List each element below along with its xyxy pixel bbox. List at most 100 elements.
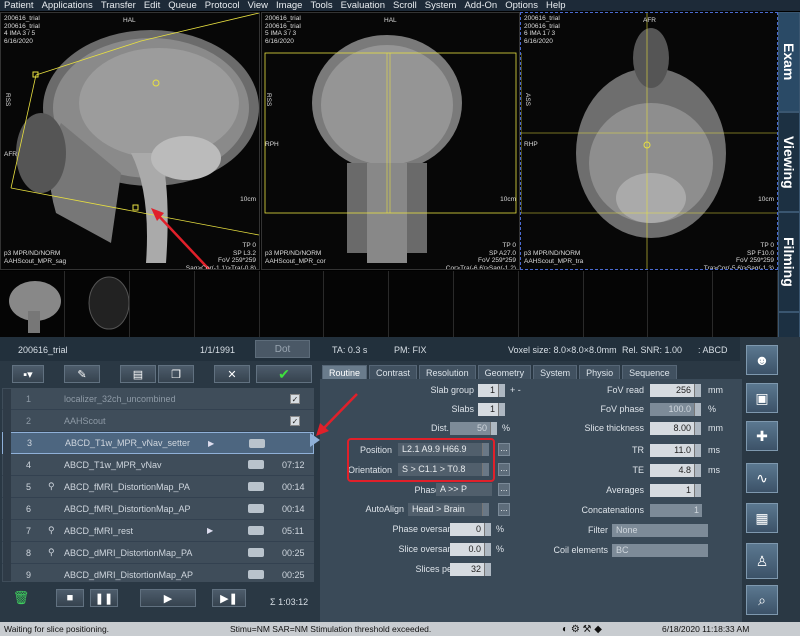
menu-system[interactable]: System bbox=[425, 0, 457, 11]
protocol-list-scrollbar[interactable] bbox=[3, 389, 11, 581]
list-item[interactable]: 4 ABCD_T1w_MPR_vNav 07:12 bbox=[2, 454, 314, 476]
patient-body-icon[interactable]: ♙ bbox=[746, 543, 778, 579]
slice-oversampling-spinner[interactable] bbox=[484, 543, 491, 556]
phase-enc-more-button[interactable]: … bbox=[498, 483, 510, 496]
tab-filming[interactable]: Filming bbox=[778, 212, 800, 312]
slabs-spinner[interactable] bbox=[498, 403, 505, 416]
thumbnail[interactable] bbox=[713, 271, 778, 337]
position-more-button[interactable]: … bbox=[498, 443, 510, 456]
list-item[interactable]: 8 ⚲ ABCD_dMRI_DistortionMap_PA 00:25 bbox=[2, 542, 314, 564]
patient-head-icon[interactable]: ☻ bbox=[746, 345, 778, 375]
tab-viewing[interactable]: Viewing bbox=[778, 112, 800, 212]
slice-oversampling-field[interactable]: 0.0 bbox=[450, 543, 484, 556]
menu-scroll[interactable]: Scroll bbox=[393, 0, 417, 11]
menu-view[interactable]: View bbox=[248, 0, 268, 11]
te-field[interactable]: 4.8 bbox=[650, 464, 694, 477]
view-mode-dropdown[interactable]: ▪▾ bbox=[12, 365, 44, 383]
zoom-icon[interactable]: ⌕ bbox=[746, 585, 778, 615]
slabs-field[interactable]: 1 bbox=[478, 403, 498, 416]
slice-thickness-spinner[interactable] bbox=[694, 422, 701, 435]
inline-display-icon[interactable]: ▦ bbox=[746, 503, 778, 533]
thumbnail[interactable] bbox=[195, 271, 260, 337]
list-item[interactable]: 5 ⚲ ABCD_fMRI_DistortionMap_PA 00:14 bbox=[2, 476, 314, 498]
viewport-sagittal[interactable]: 200616_trial 200616_trial 4 IMA 3 / 5 6/… bbox=[0, 12, 260, 270]
dot-button[interactable]: Dot bbox=[255, 340, 310, 358]
apply-checkmark-icon[interactable]: ✔ bbox=[256, 365, 312, 383]
skip-icon[interactable]: ▶❚ bbox=[212, 589, 246, 607]
list-item-selected[interactable]: 3 ABCD_T1w_MPR_vNav_setter ▶ bbox=[2, 432, 314, 454]
slice-thickness-field[interactable]: 8.00 bbox=[650, 422, 694, 435]
tab-routine[interactable]: Routine bbox=[322, 365, 368, 379]
menu-add-on[interactable]: Add-On bbox=[464, 0, 497, 11]
thumbnail[interactable] bbox=[454, 271, 519, 337]
list-item[interactable]: 9 ABCD_dMRI_DistortionMap_AP 00:25 bbox=[2, 564, 314, 582]
list-item[interactable]: 7 ⚲ ABCD_fMRI_rest ▶ 05:11 bbox=[2, 520, 314, 542]
tab-geometry[interactable]: Geometry bbox=[477, 365, 532, 379]
autoalign-more-button[interactable]: … bbox=[498, 503, 510, 516]
menu-applications[interactable]: Applications bbox=[42, 0, 93, 11]
tab-physio[interactable]: Physio bbox=[579, 365, 621, 379]
autoalign-field[interactable]: Head > Brain bbox=[408, 503, 482, 516]
slab-group-field[interactable]: 1 bbox=[478, 384, 498, 397]
pause-icon[interactable]: ❚❚ bbox=[90, 589, 118, 607]
tab-system[interactable]: System bbox=[533, 365, 578, 379]
phase-oversampling-spinner[interactable] bbox=[484, 523, 491, 536]
menu-help[interactable]: Help bbox=[546, 0, 566, 11]
viewport-transverse[interactable]: 200616_trial 200616_trial 6 IMA 1 / 3 6/… bbox=[520, 12, 778, 270]
tr-spinner[interactable] bbox=[694, 444, 701, 457]
display-icon[interactable]: ▣ bbox=[746, 383, 778, 413]
tab-contrast[interactable]: Contrast bbox=[369, 365, 418, 379]
slab-group-add-remove[interactable]: + - bbox=[510, 385, 521, 395]
menu-image[interactable]: Image bbox=[276, 0, 302, 11]
copy-icon[interactable]: ❐ bbox=[158, 365, 194, 383]
averages-spinner[interactable] bbox=[694, 484, 701, 497]
slab-group-spinner[interactable] bbox=[498, 384, 505, 397]
menu-protocol[interactable]: Protocol bbox=[205, 0, 240, 11]
thumbnail[interactable] bbox=[260, 271, 325, 337]
te-spinner[interactable] bbox=[694, 464, 701, 477]
fov-read-spinner[interactable] bbox=[694, 384, 701, 397]
delete-icon[interactable]: ✕ bbox=[214, 365, 250, 383]
slices-per-slab-spinner[interactable] bbox=[484, 563, 491, 576]
slice-thickness-unit: mm bbox=[708, 423, 723, 433]
thumbnail[interactable] bbox=[389, 271, 454, 337]
physio-icon[interactable]: ∿ bbox=[746, 463, 778, 493]
menu-options[interactable]: Options bbox=[505, 0, 538, 11]
thumbnail[interactable] bbox=[0, 271, 65, 337]
slices-per-slab-field[interactable]: 32 bbox=[450, 563, 484, 576]
thumbnail[interactable] bbox=[648, 271, 714, 337]
thumbnail[interactable] bbox=[130, 271, 195, 337]
tab-resolution[interactable]: Resolution bbox=[419, 365, 476, 379]
filter-field: None bbox=[612, 524, 708, 537]
thumbnail[interactable] bbox=[519, 271, 584, 337]
menu-patient[interactable]: Patient bbox=[4, 0, 34, 11]
thumbnail[interactable] bbox=[324, 271, 390, 337]
menu-tools[interactable]: Tools bbox=[310, 0, 332, 11]
viewport-coronal[interactable]: 200616_trial 200616_trial 5 IMA 3 / 3 6/… bbox=[261, 12, 520, 270]
menu-edit[interactable]: Edit bbox=[144, 0, 160, 11]
list-item[interactable]: 1 localizer_32ch_uncombined ✓ bbox=[2, 388, 314, 410]
print-icon[interactable]: ▤ bbox=[120, 365, 156, 383]
thumbnail[interactable] bbox=[584, 271, 649, 337]
trash-icon[interactable]: 🗑 bbox=[10, 589, 32, 607]
coil-icon[interactable]: ✚ bbox=[746, 421, 778, 451]
autoalign-dropdown[interactable] bbox=[482, 503, 489, 516]
menu-queue[interactable]: Queue bbox=[168, 0, 197, 11]
orientation-more-button[interactable]: … bbox=[498, 463, 510, 476]
phase-enc-dir-field[interactable]: A >> P bbox=[436, 483, 492, 496]
stop-icon[interactable]: ■ bbox=[56, 589, 84, 607]
edit-icon[interactable]: ✎ bbox=[64, 365, 100, 383]
relative-snr: Rel. SNR: 1.00 bbox=[622, 345, 683, 355]
averages-field[interactable]: 1 bbox=[650, 484, 694, 497]
menu-evaluation[interactable]: Evaluation bbox=[341, 0, 385, 11]
list-item[interactable]: 6 ABCD_fMRI_DistortionMap_AP 00:14 bbox=[2, 498, 314, 520]
fov-read-field[interactable]: 256 bbox=[650, 384, 694, 397]
thumbnail[interactable] bbox=[65, 271, 130, 337]
tab-sequence[interactable]: Sequence bbox=[622, 365, 677, 379]
list-item[interactable]: 2 AAHScout ✓ bbox=[2, 410, 314, 432]
start-play-icon[interactable]: ▶ bbox=[140, 589, 196, 607]
phase-oversampling-field[interactable]: 0 bbox=[450, 523, 484, 536]
menu-transfer[interactable]: Transfer bbox=[101, 0, 136, 11]
tr-field[interactable]: 11.0 bbox=[650, 444, 694, 457]
tab-exam[interactable]: Exam bbox=[778, 12, 800, 112]
